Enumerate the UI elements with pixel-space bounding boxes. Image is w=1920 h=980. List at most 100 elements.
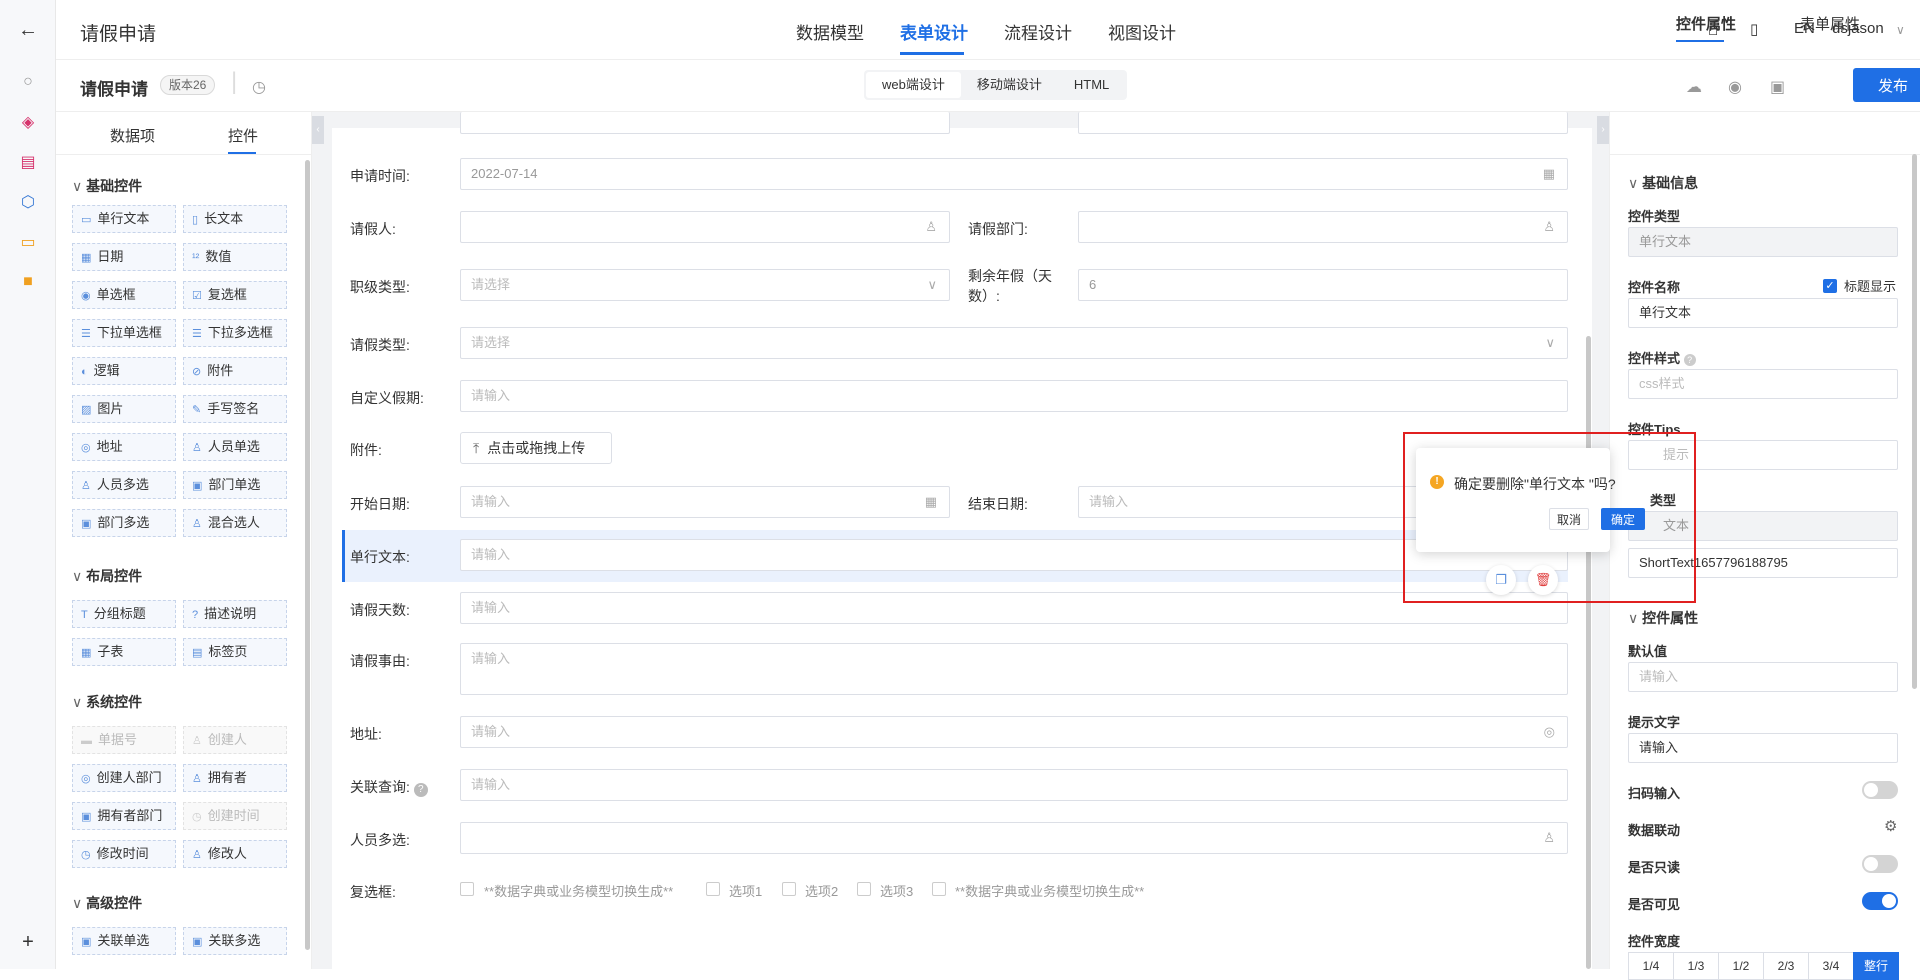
width-option[interactable]: 2/3 [1763,952,1809,980]
message-icon[interactable]: ▭ [16,230,40,254]
rank-select[interactable]: 请选择 ∨ [460,269,950,301]
tab-data-items[interactable]: 数据项 [110,125,155,146]
scan-input-toggle[interactable] [1862,781,1898,799]
add-icon[interactable]: + [16,930,40,954]
help-icon[interactable]: ? [1683,354,1696,366]
control-item[interactable]: ▤ 标签页 [183,638,287,666]
control-item[interactable]: ♙ 拥有者 [183,764,287,792]
width-option[interactable]: 1/2 [1718,952,1764,980]
control-item[interactable]: T 分组标题 [72,600,176,628]
tab-flow-design[interactable]: 流程设计 [1004,19,1072,44]
control-item[interactable]: ☰ 下拉多选框 [183,319,287,347]
model-icon[interactable]: ⬡ [16,190,40,214]
tab-view-design[interactable]: 视图设计 [1108,19,1176,44]
form-icon[interactable]: ▤ [16,150,40,174]
group-basic-title[interactable]: ∨ 基础控件 [72,176,142,196]
width-option[interactable]: 1/4 [1628,952,1674,980]
preview-eye-icon[interactable]: ◉ [1728,77,1742,97]
property-scrollbar[interactable] [1912,154,1917,689]
clipped-input-right[interactable] [1078,112,1568,134]
control-item[interactable]: ▯ 长文本 [183,205,287,233]
collapse-left-icon[interactable]: ‹ [312,116,324,144]
width-option[interactable]: 整行 [1853,952,1899,980]
tab-data-model[interactable]: 数据模型 [796,19,864,44]
leave-type-select[interactable]: 请选择 ∨ [460,327,1568,359]
mode-mobile[interactable]: 移动端设计 [961,72,1058,98]
gear-icon[interactable]: ⚙ [1884,817,1897,835]
applicant-field[interactable]: ♙ [460,211,950,243]
back-arrow-icon[interactable]: ← [16,18,40,42]
cube-icon[interactable]: ◈ [16,110,40,134]
dept-field[interactable]: ♙ [1078,211,1568,243]
canvas-scrollbar[interactable] [1586,336,1591,969]
annual-left-field[interactable]: 6 [1078,269,1568,301]
checkbox-option-3[interactable] [782,882,796,896]
control-item[interactable]: ⊘ 附件 [183,357,287,385]
width-option[interactable]: 1/3 [1673,952,1719,980]
ctrl-style-field[interactable]: css样式 [1628,369,1898,399]
apply-time-field[interactable]: 2022-07-14 ▦ [460,158,1568,190]
section-control-props[interactable]: ∨ 控件属性 [1628,608,1698,628]
control-item[interactable]: ▦ 子表 [72,638,176,666]
custom-leave-field[interactable]: 请输入 [460,380,1568,412]
show-title-checkbox[interactable]: ✓ [1823,279,1837,293]
hint-text-field[interactable]: 请输入 [1628,733,1898,763]
save-icon[interactable]: ▣ [1770,77,1785,97]
control-item[interactable]: ◎ 创建人部门 [72,764,176,792]
control-item[interactable]: ▣ 部门单选 [183,471,287,499]
control-item[interactable]: ▣ 部门多选 [72,509,176,537]
control-item[interactable]: ▦ 日期 [72,243,176,271]
control-item[interactable]: ? 描述说明 [183,600,287,628]
ctrl-name-field[interactable]: 单行文本 [1628,298,1898,328]
mode-html[interactable]: HTML [1058,72,1125,98]
checkbox-option-2[interactable] [706,882,720,896]
control-item[interactable]: ▭ 单行文本 [72,205,176,233]
control-item[interactable]: ☑ 复选框 [183,281,287,309]
control-item[interactable]: ◎ 地址 [72,433,176,461]
readonly-toggle[interactable] [1862,855,1898,873]
control-item[interactable]: ◐ 逻辑 [72,357,176,385]
control-item[interactable]: ☰ 下拉单选框 [72,319,176,347]
tab-form-props[interactable]: 表单属性 [1800,13,1860,34]
group-system-title[interactable]: ∨ 系统控件 [72,692,142,712]
control-item[interactable]: ¹² 数值 [183,243,287,271]
checkbox-option-5[interactable] [932,882,946,896]
short-text-field[interactable]: 请输入 [460,539,1568,571]
control-item[interactable]: ▨ 图片 [72,395,176,423]
history-icon[interactable]: ◷ [252,77,266,97]
start-date-field[interactable]: 请输入 ▦ [460,486,950,518]
cloud-upload-icon[interactable]: ☁ [1686,77,1702,97]
section-basic-info[interactable]: ∨ 基础信息 [1628,173,1698,193]
width-option[interactable]: 3/4 [1808,952,1854,980]
tab-controls[interactable]: 控件 [228,125,258,146]
publish-button[interactable]: 发布 [1853,68,1920,102]
control-item[interactable]: ♙ 修改人 [183,840,287,868]
checkbox-option-4[interactable] [857,882,871,896]
collapse-right-icon[interactable]: › [1597,116,1609,144]
chevron-down-icon[interactable]: ∨ [1896,23,1905,37]
palette-scrollbar[interactable] [305,160,310,950]
visible-toggle[interactable] [1862,892,1898,910]
control-item[interactable]: ♙ 人员单选 [183,433,287,461]
people-field[interactable]: ♙ [460,822,1568,854]
folder-icon[interactable]: ■ [16,270,40,294]
address-field[interactable]: 请输入 ◎ [460,716,1568,748]
checkbox-option-1[interactable] [460,882,474,896]
default-value-field[interactable]: 请输入 [1628,662,1898,692]
relation-field[interactable]: 请输入 [460,769,1568,801]
tab-form-design[interactable]: 表单设计 [900,19,968,44]
control-item[interactable]: ▣ 关联单选 [72,927,176,955]
control-item[interactable]: ▣ 关联多选 [183,927,287,955]
group-advanced-title[interactable]: ∨ 高级控件 [72,893,142,913]
days-field[interactable]: 请输入 [460,592,1568,624]
control-item[interactable]: ◉ 单选框 [72,281,176,309]
control-item[interactable]: ◷ 修改时间 [72,840,176,868]
book-icon[interactable]: ▯ [1750,20,1758,38]
mode-web[interactable]: web端设计 [866,72,961,98]
group-layout-title[interactable]: ∨ 布局控件 [72,566,142,586]
upload-button[interactable]: ⤒ 点击或拖拽上传 [460,432,612,464]
reason-textarea[interactable]: 请输入 [460,643,1568,695]
tab-control-props[interactable]: 控件属性 [1676,13,1736,34]
clipped-input-left[interactable] [460,112,950,134]
help-icon[interactable]: ? [413,783,428,797]
